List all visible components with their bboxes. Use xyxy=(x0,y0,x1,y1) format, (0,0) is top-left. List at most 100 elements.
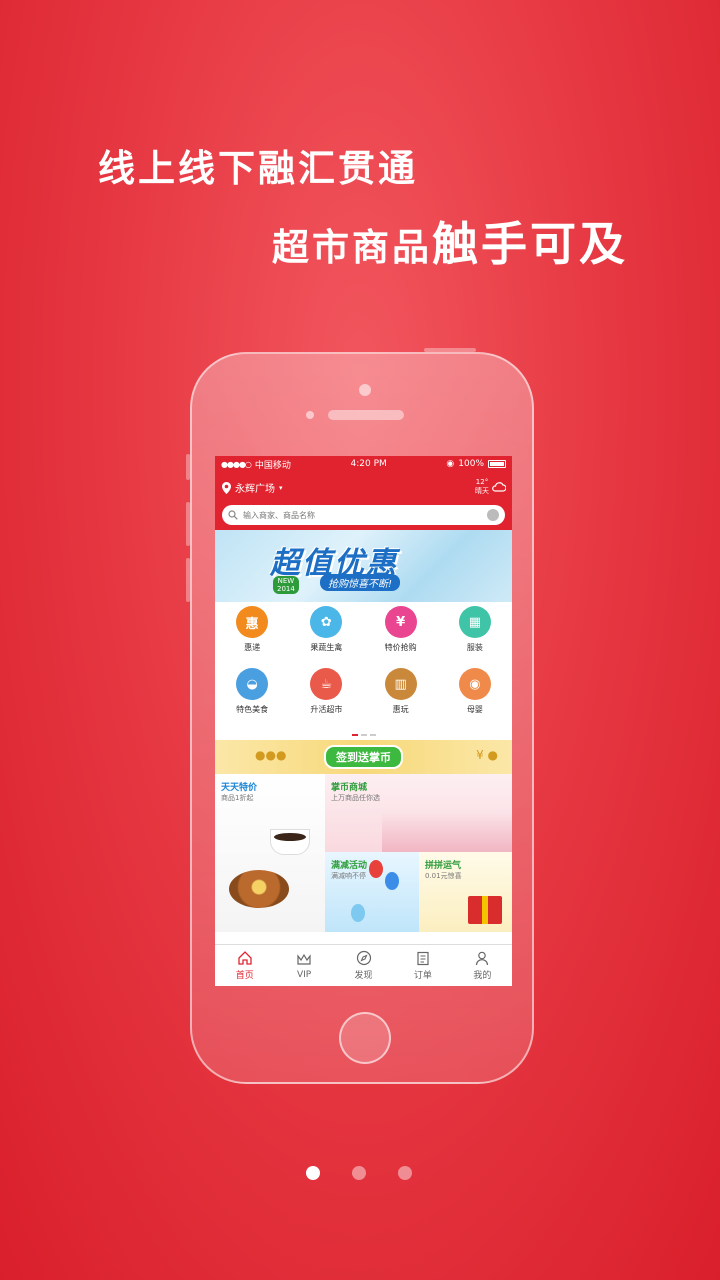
grid-page-indicator xyxy=(351,734,376,736)
headline-line-2: 超市商品触手可及 xyxy=(272,208,628,274)
onboarding-page-indicator xyxy=(306,1166,412,1180)
banner-subtitle: 抢购惊喜不断! xyxy=(320,574,401,591)
promo-discount[interactable]: 满减活动 满减响不停 xyxy=(325,852,419,932)
promo-subtitle: 商品1折起 xyxy=(221,794,254,802)
phone-sensor xyxy=(306,411,314,419)
category-label: 惠递 xyxy=(244,643,261,652)
search-bar[interactable]: 输入商家、商品名称 xyxy=(222,505,505,525)
badge-line-2: 2014 xyxy=(277,585,295,593)
tab-profile[interactable]: 我的 xyxy=(453,945,512,986)
status-time: 4:20 PM xyxy=(350,459,387,469)
app-header: 永辉广场 ▾ 12° 晴天 输入商家、商品名称 xyxy=(215,472,512,530)
city-skyline-image xyxy=(382,812,512,852)
phone-home-button[interactable] xyxy=(339,1012,391,1064)
promo-banner[interactable]: 超值优惠 NEW 2014 抢购惊喜不断! xyxy=(215,530,512,602)
location-selector[interactable]: 永辉广场 ▾ xyxy=(222,480,505,495)
category-item-5[interactable]: ☕ 升活超市 xyxy=(289,668,363,730)
weather-temp: 12° xyxy=(475,478,489,486)
promo-title: 天天特价 xyxy=(221,783,258,793)
carrier-name: 中国移动 xyxy=(254,460,291,471)
promo-coin-mall[interactable]: 掌币商城 上万商品任你选 xyxy=(325,774,512,852)
chevron-down-icon: ▾ xyxy=(279,483,283,492)
category-label: 升活超市 xyxy=(310,705,343,714)
headline-line-2-a: 超市商品 xyxy=(272,226,432,269)
page-dot[interactable] xyxy=(352,1166,366,1180)
coffee-cup-image xyxy=(270,829,310,855)
tab-vip[interactable]: VIP xyxy=(274,945,333,986)
category-item-1[interactable]: ✿ 果蔬生禽 xyxy=(289,606,363,668)
category-label: 果蔬生禽 xyxy=(310,643,343,652)
promo-title: 掌币商城 xyxy=(331,783,368,793)
tab-discover[interactable]: 发现 xyxy=(334,945,393,986)
user-icon xyxy=(476,951,489,966)
tab-label: 发现 xyxy=(354,971,373,981)
phone-volume-up xyxy=(186,502,190,546)
category-label: 惠玩 xyxy=(392,705,409,714)
tab-home[interactable]: 首页 xyxy=(215,945,274,986)
category-item-4[interactable]: ◒ 特色美食 xyxy=(215,668,289,730)
location-name: 永辉广场 xyxy=(235,484,275,495)
category-item-2[interactable]: ¥ 特价抢购 xyxy=(364,606,438,668)
category-item-6[interactable]: ▥ 惠玩 xyxy=(364,668,438,730)
carrot-icon: ✿ xyxy=(310,606,343,638)
phone-mute-switch xyxy=(186,454,190,480)
badge-line-1: NEW xyxy=(277,577,295,585)
category-item-0[interactable]: 惠惠递 xyxy=(215,606,289,668)
sign-in-banner[interactable]: ●●● 签到送掌币 ¥ ● xyxy=(215,740,512,774)
coins-icon: ●●● xyxy=(255,748,287,762)
gift-icon: ▦ xyxy=(458,606,491,638)
category-item-7[interactable]: ◉ 母婴 xyxy=(438,668,512,730)
category-grid: 惠惠递 ✿ 果蔬生禽 ¥ 特价抢购 ▦ 服装 ◒ 特色美食 ☕ 升活超市 ▥ 惠玩 ◉ 母婴 xyxy=(215,602,512,740)
promo-section: 天天特价 商品1折起 掌币商城 上万商品任你选 满减活动 满减响不停 拼拼运气 … xyxy=(215,774,512,932)
tab-label: 首页 xyxy=(235,971,254,981)
battery-icon xyxy=(488,460,506,468)
promo-title: 拼拼运气 xyxy=(425,861,462,871)
weather-desc: 晴天 xyxy=(475,487,489,495)
compass-icon xyxy=(356,950,371,966)
tab-label: 订单 xyxy=(413,971,432,981)
signal-icon: ●●●●○ xyxy=(221,459,252,469)
category-label: 服装 xyxy=(466,643,483,652)
tab-label: VIP xyxy=(296,969,312,980)
category-item-3[interactable]: ▦ 服装 xyxy=(438,606,512,668)
camera-scan-icon[interactable] xyxy=(487,509,499,521)
phone-volume-down xyxy=(186,558,190,602)
promo-daily-special[interactable]: 天天特价 商品1折起 xyxy=(215,774,325,932)
status-bar: ●●●●○ 中国移动 4:20 PM ◉ 100% xyxy=(215,456,512,472)
sign-in-text: 签到送掌币 xyxy=(324,745,403,769)
tab-orders[interactable]: 订单 xyxy=(393,945,452,986)
crown-icon xyxy=(297,953,311,965)
gift-box-image xyxy=(468,896,502,924)
balloon-icon xyxy=(385,872,399,890)
search-input[interactable]: 输入商家、商品名称 xyxy=(243,510,315,521)
balloon-icon xyxy=(351,904,365,922)
stroller-icon: ◉ xyxy=(458,668,491,700)
rotation-lock-icon: ◉ xyxy=(446,459,455,469)
category-label: 特价抢购 xyxy=(384,643,417,652)
weather-widget: 12° 晴天 xyxy=(475,478,506,496)
bottom-tab-bar: 首页 VIP 发现 订单 我的 xyxy=(215,944,512,986)
promo-lucky[interactable]: 拼拼运气 0.01元惊喜 xyxy=(419,852,512,932)
headline-line-2-b: 触手可及 xyxy=(432,217,628,271)
promo-subtitle: 上万商品任你选 xyxy=(331,794,380,802)
cloud-sun-icon xyxy=(492,482,506,492)
phone-camera xyxy=(359,384,371,396)
banner-new-badge: NEW 2014 xyxy=(273,576,299,594)
home-icon xyxy=(238,951,252,965)
page-dot[interactable] xyxy=(398,1166,412,1180)
phone-power-button xyxy=(424,348,476,352)
category-label: 特色美食 xyxy=(236,705,269,714)
category-label: 母婴 xyxy=(466,705,483,714)
building-icon: ▥ xyxy=(384,668,417,700)
balloon-icon xyxy=(369,860,383,878)
hui-di-icon: 惠 xyxy=(236,606,269,638)
promo-subtitle: 0.01元惊喜 xyxy=(425,872,462,880)
clipboard-icon xyxy=(417,951,429,966)
tab-label: 我的 xyxy=(473,971,492,981)
sale-icon: ¥ xyxy=(384,606,417,638)
page-dot-active[interactable] xyxy=(306,1166,320,1180)
search-icon xyxy=(228,510,238,520)
pastry-image xyxy=(229,870,289,908)
phone-speaker xyxy=(328,410,404,420)
cup-icon: ☕ xyxy=(310,668,343,700)
